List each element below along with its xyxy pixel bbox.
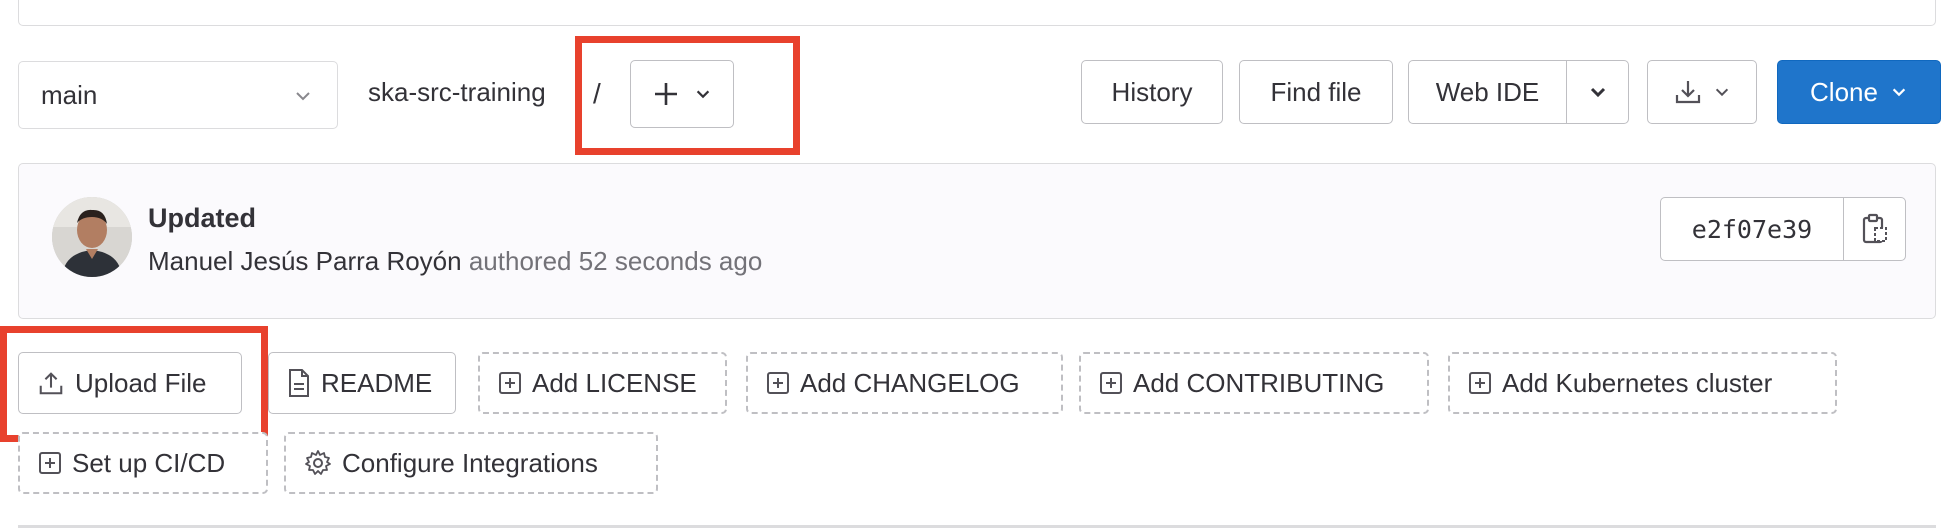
readme-button[interactable]: README [268,352,456,414]
history-button[interactable]: History [1081,60,1223,124]
upload-icon [39,372,63,395]
author-avatar[interactable] [52,197,132,277]
plus-square-icon [1469,372,1491,394]
commit-sha-group: e2f07e39 [1660,197,1906,261]
chevron-down-icon [1892,88,1906,97]
clone-label: Clone [1810,76,1878,107]
add-changelog-label: Add CHANGELOG [800,367,1020,398]
copy-sha-button[interactable] [1844,198,1905,260]
add-contributing-label: Add CONTRIBUTING [1133,367,1385,398]
web-ide-dropdown-toggle[interactable] [1566,60,1629,124]
setup-cicd-label: Set up CI/CD [72,447,226,478]
add-changelog-button[interactable]: Add CHANGELOG [746,352,1063,414]
plus-icon [655,83,677,105]
chevron-down-icon [1590,87,1605,98]
branch-selector[interactable]: main [18,61,338,129]
add-license-button[interactable]: Add LICENSE [478,352,727,414]
repo-breadcrumb[interactable]: ska-src-training [368,77,546,108]
avatar-image [52,197,132,277]
upload-file-button[interactable]: Upload File [18,352,242,414]
clipboard-icon [1862,213,1887,244]
configure-integrations-label: Configure Integrations [342,447,598,478]
web-ide-button[interactable]: Web IDE [1408,60,1567,124]
gear-icon [305,450,331,475]
plus-square-icon [1100,372,1122,394]
plus-square-icon [767,372,789,394]
add-license-label: Add LICENSE [532,367,697,398]
top-panel [18,0,1936,26]
breadcrumb-separator: / [593,78,601,109]
readme-label: README [321,367,433,398]
plus-square-icon [499,372,521,394]
commit-author[interactable]: Manuel Jesús Parra Royón [148,246,462,276]
setup-cicd-button[interactable]: Set up CI/CD [18,432,268,494]
commit-sha[interactable]: e2f07e39 [1661,198,1844,260]
download-icon [1675,81,1701,104]
chevron-down-icon [1715,88,1729,97]
chevron-down-icon [296,92,310,101]
commit-meta: Manuel Jesús Parra Royón authored 52 sec… [148,246,762,277]
upload-file-label: Upload File [75,367,207,398]
add-to-tree-dropdown[interactable] [630,60,734,128]
clone-button[interactable]: Clone [1777,60,1941,124]
chevron-down-icon [696,90,710,99]
add-contributing-button[interactable]: Add CONTRIBUTING [1079,352,1429,414]
add-kubernetes-button[interactable]: Add Kubernetes cluster [1448,352,1837,414]
find-file-label: Find file [1270,76,1362,107]
add-kubernetes-label: Add Kubernetes cluster [1502,367,1773,398]
find-file-button[interactable]: Find file [1239,60,1393,124]
history-label: History [1111,76,1193,107]
configure-integrations-button[interactable]: Configure Integrations [284,432,658,494]
document-icon [289,369,309,397]
commit-title[interactable]: Updated [148,203,256,234]
download-dropdown[interactable] [1647,60,1757,124]
branch-name: main [41,79,98,110]
plus-square-icon [39,452,61,474]
last-commit-panel [18,163,1936,319]
commit-time: authored 52 seconds ago [468,246,763,276]
web-ide-label: Web IDE [1435,76,1540,107]
